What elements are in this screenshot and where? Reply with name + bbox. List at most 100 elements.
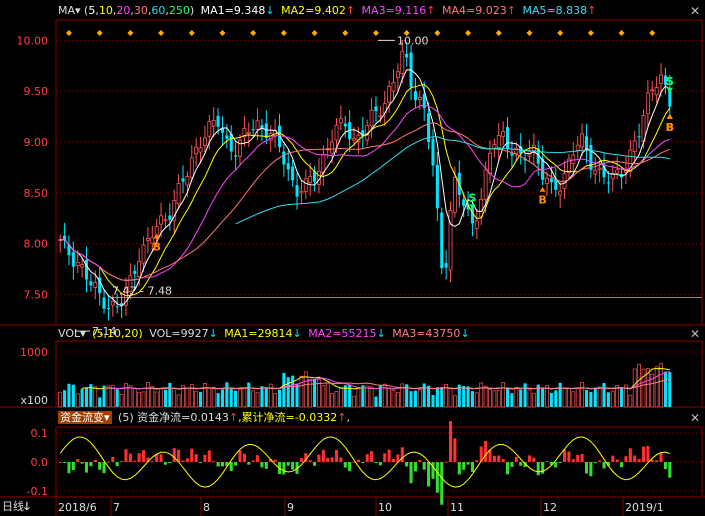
candle-body (110, 300, 115, 306)
flow-bar (470, 462, 474, 473)
volume-bar (71, 384, 75, 407)
candle-body (75, 262, 80, 266)
volume-bar (641, 368, 646, 408)
flow-bar (457, 462, 461, 475)
flow-bar (247, 462, 251, 465)
candle-body (211, 120, 216, 127)
flow-bar (133, 460, 137, 462)
flow-bar (462, 462, 466, 470)
volume-bar (128, 385, 133, 408)
volume-scale-label: x100 (20, 394, 48, 407)
stock-chart[interactable]: 10.009.509.008.508.007.50 BBBBBSSSS 10.0… (0, 0, 705, 516)
volume-bar (391, 389, 396, 408)
volume-bar (593, 388, 597, 407)
volume-bar (216, 393, 220, 407)
volume-bar (67, 383, 71, 407)
volume-bar (220, 389, 224, 407)
ma2-up-arrow-icon: ↑ (345, 4, 356, 17)
volume-bar (146, 382, 150, 408)
volume-bar (575, 387, 580, 408)
volume-bar (668, 372, 672, 407)
candle-body (597, 167, 602, 170)
flow-bar (137, 453, 141, 462)
month-label: 2018/6 (58, 501, 97, 514)
candle-body (234, 155, 238, 157)
flow-bar (273, 459, 277, 462)
vol-indicator-selector[interactable]: VOL▾ (58, 327, 86, 340)
flow-bar (212, 461, 216, 463)
volume-bar (176, 394, 181, 408)
ma-param-5: 60 (151, 4, 166, 17)
volume-bar (506, 387, 510, 407)
volume-bar (496, 390, 501, 408)
flow-bar (93, 459, 97, 462)
flow-bar (242, 453, 246, 462)
volume-bar (356, 387, 361, 408)
flow-panel-close-icon[interactable]: ✕ (688, 411, 702, 425)
ma4-up-arrow-icon: ↑ (506, 4, 516, 17)
volume-bar (431, 394, 435, 407)
flow-indicator-selector[interactable]: 资金流变▾ (58, 411, 112, 424)
candle-body (492, 144, 497, 149)
volume-bar (374, 396, 378, 407)
candle-body (338, 118, 343, 124)
candle-body (615, 169, 620, 174)
fund-flow-axis: 0.1 0.0 -0.1 (27, 427, 48, 498)
price-tick-label: 9.00 (24, 136, 49, 149)
flow-bar (536, 462, 540, 476)
month-label: 7 (113, 501, 120, 514)
flow-bar (576, 454, 580, 462)
candle-body (452, 177, 457, 213)
volume-bar (488, 389, 492, 408)
flow-tail: , (346, 411, 350, 424)
candle-body (400, 50, 405, 74)
flow-bar (378, 462, 382, 466)
candle-body (291, 166, 295, 181)
volume-bar (203, 382, 207, 408)
candle-body (462, 199, 466, 206)
flow-bar (63, 462, 67, 463)
flow-bar (475, 460, 479, 462)
flow-bar (501, 459, 505, 462)
volume-bar (597, 386, 602, 408)
volume-bar (132, 388, 137, 408)
flow-bar (484, 441, 488, 462)
price-tick-label: 8.50 (24, 187, 49, 200)
flow-bar (159, 454, 163, 462)
flow-bar (602, 462, 606, 469)
ma3-up-arrow-icon: ↑ (426, 4, 436, 17)
vol-value: VOL=9927 (149, 327, 209, 340)
flow-bar (115, 462, 119, 467)
volume-bar (365, 385, 370, 408)
ma-indicator-selector[interactable]: MA▾ (58, 4, 81, 17)
flow-bar (514, 456, 518, 462)
volume-bar (93, 386, 98, 408)
vol-ma3-down-arrow-icon: ↓ (460, 327, 470, 340)
candle-body (440, 212, 444, 269)
volume-bar (466, 386, 470, 407)
period-selector[interactable]: 日线🡓 (2, 500, 30, 514)
month-label: 8 (203, 501, 210, 514)
volume-bar (427, 385, 431, 407)
flow-bar (391, 459, 396, 462)
volume-bar (80, 388, 84, 407)
volume-bar (474, 392, 479, 408)
volume-bar (150, 386, 155, 408)
price-panel-close-icon[interactable]: ✕ (688, 4, 702, 18)
flow-bar (190, 448, 194, 462)
volume-bar (409, 391, 413, 407)
flow-bar (102, 462, 106, 474)
volume-bar (286, 377, 290, 407)
volume-bar (251, 390, 256, 408)
volume-bar (282, 372, 286, 407)
flow-bar (365, 454, 369, 462)
volume-bar (207, 387, 212, 408)
flow-bar (181, 460, 185, 462)
flow-bar (519, 462, 523, 466)
vol-down-arrow-icon: ↓ (208, 327, 218, 340)
volume-panel-close-icon[interactable]: ✕ (688, 327, 702, 341)
flow-bar (615, 459, 619, 462)
volume-bar (163, 389, 167, 407)
flow-bar (163, 462, 167, 465)
candle-body (496, 135, 501, 149)
